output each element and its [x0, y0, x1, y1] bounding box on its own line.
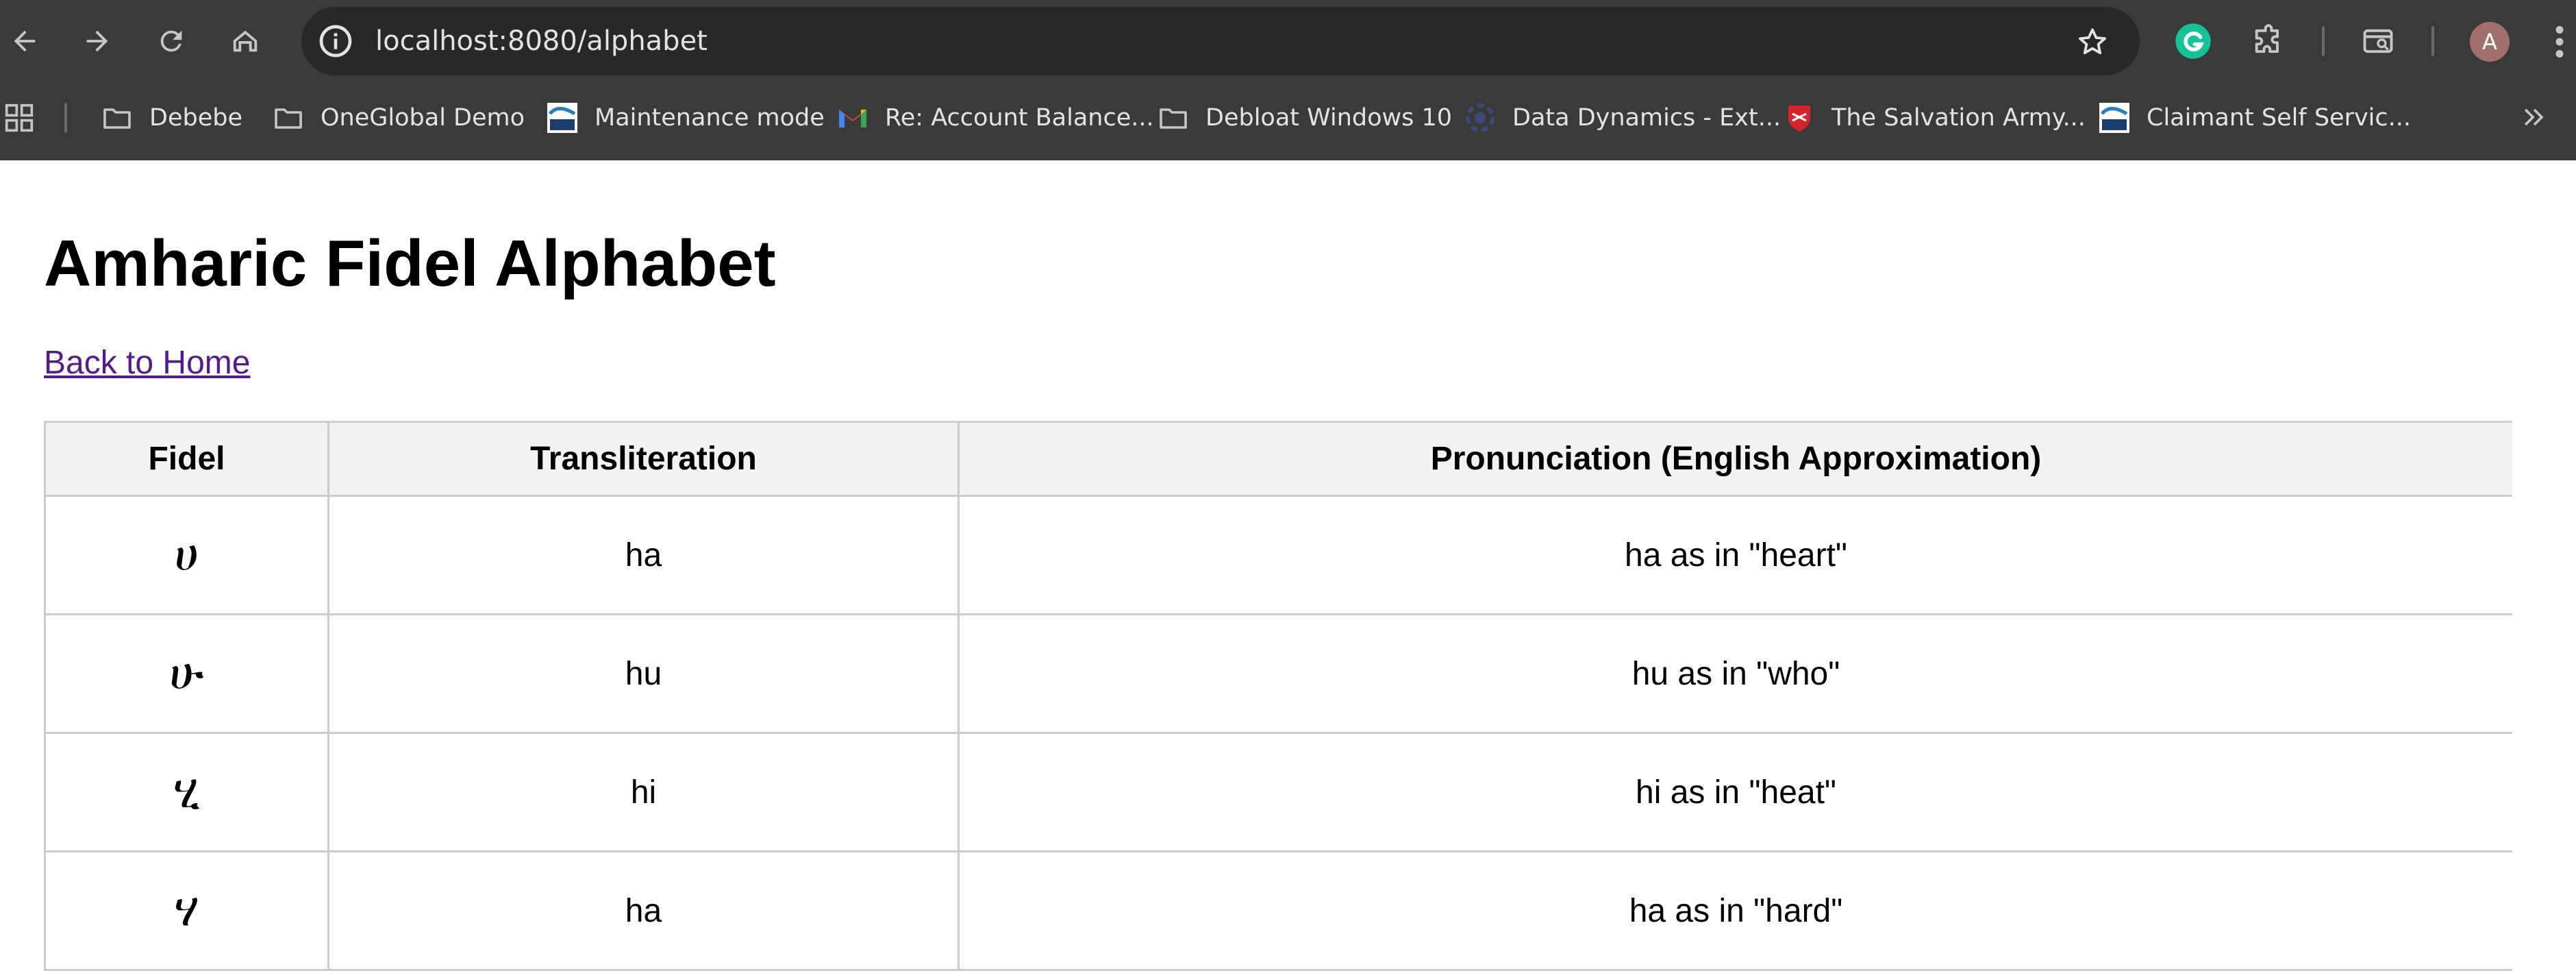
browser-toolbar: localhost:8080/alphabet A — [0, 0, 2576, 82]
bookmark-debloat-windows[interactable]: Debloat Windows 10 — [1156, 96, 1452, 140]
extensions-button[interactable] — [2248, 21, 2289, 62]
double-chevron-right-icon[interactable] — [2519, 100, 2549, 134]
transliteration-cell: hu — [327, 613, 960, 734]
grammarly-extension[interactable] — [2173, 21, 2214, 62]
arrow-left-icon — [14, 30, 36, 52]
vec-icon — [2097, 101, 2131, 135]
bookmarks-divider — [64, 103, 67, 133]
table-row: ሃ ha ha as in "hard" — [44, 850, 2512, 971]
data-dynamics-icon — [1463, 101, 1497, 135]
column-header-transliteration: Transliteration — [327, 421, 960, 497]
transliteration-cell: ha — [327, 495, 960, 615]
transliteration-cell: ha — [327, 850, 960, 971]
vec-icon — [545, 101, 579, 135]
page-title: Amharic Fidel Alphabet — [44, 227, 776, 300]
reload-icon — [160, 30, 182, 52]
bookmark-account-balance[interactable]: Re: Account Balance... — [836, 96, 1154, 140]
column-header-pronunciation: Pronunciation (English Approximation) — [958, 421, 2512, 497]
bookmark-oneglobal-demo[interactable]: OneGlobal Demo — [271, 96, 525, 140]
toolbar-divider — [2322, 26, 2325, 56]
table-row: ሁ hu hu as in "who" — [44, 613, 2512, 734]
gmail-icon — [836, 101, 870, 135]
menu-kebab-icon[interactable] — [2553, 25, 2566, 59]
folder-icon — [1156, 101, 1190, 135]
profile-avatar[interactable]: A — [2470, 22, 2510, 62]
bookmark-star-icon[interactable] — [2075, 25, 2110, 59]
salvation-army-shield-icon — [1782, 101, 1816, 135]
folder-icon — [100, 101, 134, 135]
folder-icon — [271, 101, 305, 135]
column-header-fidel: Fidel — [44, 421, 329, 497]
table-header-row: Fidel Transliteration Pronunciation (Eng… — [44, 421, 2512, 497]
bookmark-maintenance-mode[interactable]: Maintenance mode — [545, 96, 825, 140]
browser-chrome: localhost:8080/alphabet A Debebe OneGlob… — [0, 0, 2576, 160]
pronunciation-cell: hu as in "who" — [958, 613, 2512, 734]
pronunciation-cell: ha as in "hard" — [958, 850, 2512, 971]
home-icon — [233, 30, 258, 52]
site-info-icon[interactable] — [316, 22, 355, 60]
tab-search-icon — [2363, 29, 2393, 53]
fidel-cell: ሃ — [44, 850, 329, 971]
back-button[interactable] — [1, 18, 48, 64]
bookmark-debebe[interactable]: Debebe — [100, 96, 242, 140]
fidel-cell: ሀ — [44, 495, 329, 615]
address-bar[interactable]: localhost:8080/alphabet — [301, 7, 2140, 75]
pronunciation-cell: ha as in "heart" — [958, 495, 2512, 615]
arrow-right-icon — [86, 30, 108, 52]
transliteration-cell: hi — [327, 732, 960, 852]
alphabet-table: Fidel Transliteration Pronunciation (Eng… — [44, 421, 2512, 971]
back-to-home-link[interactable]: Back to Home — [44, 344, 250, 382]
apps-grid-icon[interactable] — [4, 103, 34, 133]
forward-button[interactable] — [74, 18, 121, 64]
bookmark-data-dynamics[interactable]: Data Dynamics - Ext... — [1463, 96, 1781, 140]
fidel-cell: ሂ — [44, 732, 329, 852]
bookmark-claimant-self-service[interactable]: Claimant Self Servic... — [2097, 96, 2411, 140]
reload-button[interactable] — [148, 18, 195, 64]
toolbar-divider — [2431, 26, 2434, 56]
home-button[interactable] — [222, 18, 268, 64]
bookmark-salvation-army[interactable]: The Salvation Army... — [1782, 96, 2086, 140]
search-tabs-button[interactable] — [2358, 21, 2399, 62]
alphabet-table-container: Fidel Transliteration Pronunciation (Eng… — [44, 421, 2512, 971]
grammarly-icon — [2175, 23, 2211, 59]
table-row: ሂ hi hi as in "heat" — [44, 732, 2512, 852]
puzzle-piece-icon — [2255, 24, 2279, 53]
url-text[interactable]: localhost:8080/alphabet — [375, 7, 708, 75]
fidel-cell: ሁ — [44, 613, 329, 734]
table-row: ሀ ha ha as in "heart" — [44, 495, 2512, 615]
pronunciation-cell: hi as in "heat" — [958, 732, 2512, 852]
